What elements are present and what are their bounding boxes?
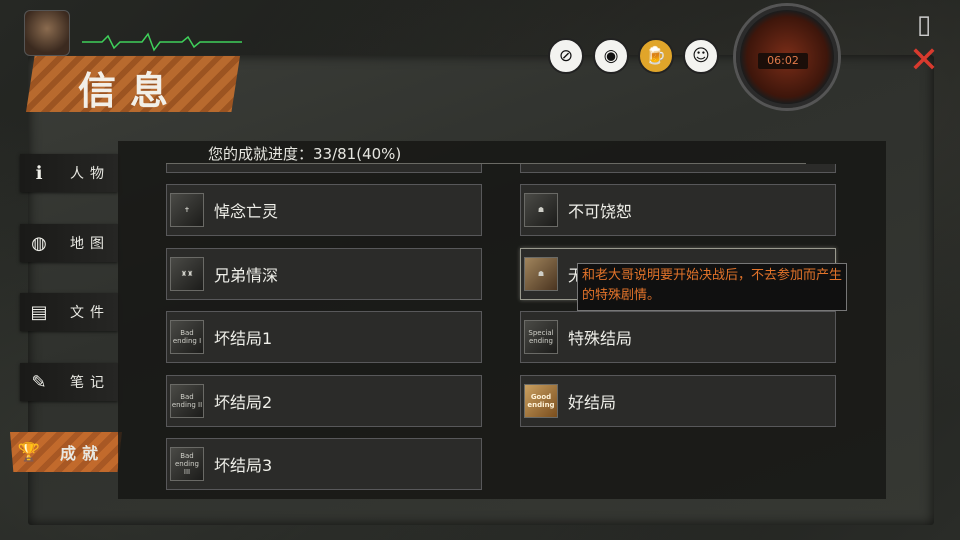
close-icon: ✕ (908, 40, 940, 81)
cross-grave-icon: ✝ (170, 193, 204, 227)
achievement-name: 坏结局1 (214, 329, 273, 348)
brothers-icon: ♜♜ (170, 257, 204, 291)
achievement-item[interactable]: Special ending 特殊结局 (520, 311, 836, 363)
bad-ending-icon: Bad ending II (170, 384, 204, 418)
figure-sepia-icon: ☗ (524, 257, 558, 291)
pill-icon[interactable]: ⊘ (548, 38, 584, 74)
sidebar-item-map[interactable]: ◍ 地图 (20, 224, 118, 262)
sidebar-item-files[interactable]: ▤ 文件 (20, 293, 118, 331)
sidebar-item-label: 笔记 (70, 375, 110, 391)
achievement-name: 不可饶恕 (568, 202, 633, 221)
achievement-item[interactable]: Good ending 好结局 (520, 375, 836, 427)
achievement-name: 好结局 (568, 393, 617, 412)
achievement-name: 坏结局2 (214, 393, 273, 412)
achievement-item[interactable]: ☗ 不可饶恕 (520, 184, 836, 236)
achievement-progress: 您的成就进度：33/81(40%) (208, 145, 402, 163)
achievement-name: 兄弟情深 (214, 266, 279, 285)
figure-icon: ☗ (524, 193, 558, 227)
achievement-name: 悼念亡灵 (214, 202, 279, 221)
list-item-partial (520, 164, 836, 173)
achievement-name: 坏结局3 (214, 456, 273, 475)
trophy-icon: 🏆 (17, 441, 41, 463)
achievement-name: 特殊结局 (568, 329, 633, 348)
player-avatar[interactable] (24, 10, 70, 56)
page-title: 信息 (78, 69, 183, 113)
sidebar-item-label: 地图 (70, 236, 110, 252)
sidebar-item-achievements[interactable]: 🏆 成就 (10, 432, 122, 472)
sidebar-item-label: 文件 (70, 305, 110, 321)
achievement-item[interactable]: Bad ending II 坏结局2 (166, 375, 482, 427)
sidebar-item-label: 成就 (60, 444, 105, 463)
achievement-item[interactable]: ♜♜ 兄弟情深 (166, 248, 482, 300)
info-icon: ℹ (35, 162, 43, 184)
beer-icon[interactable]: 🍺 (638, 38, 674, 74)
smile-icon[interactable]: ☺ (683, 38, 719, 74)
exit-button[interactable]: ▯ ✕ (904, 10, 944, 81)
eye-icon[interactable]: ◉ (593, 38, 629, 74)
heartbeat-monitor (82, 32, 242, 52)
clock-time: 06:02 (758, 53, 808, 69)
sidebar-item-notes[interactable]: ✎ 笔记 (20, 363, 118, 401)
achievement-item[interactable]: ✝ 悼念亡灵 (166, 184, 482, 236)
note-icon: ✎ (31, 371, 47, 393)
achievement-item[interactable]: Bad ending III 坏结局3 (166, 438, 482, 490)
sidebar-item-label: 人物 (70, 166, 110, 182)
document-icon: ▤ (30, 301, 48, 323)
map-icon: ◍ (31, 232, 47, 254)
exit-door-icon: ▯ (916, 10, 932, 40)
good-ending-icon: Good ending (524, 384, 558, 418)
bad-ending-icon: Bad ending I (170, 320, 204, 354)
bad-ending-icon: Bad ending III (170, 447, 204, 481)
achievement-tooltip: 和老大哥说明要开始决战后，不去参加而产生的特殊剧情。 (577, 263, 847, 311)
list-item-partial (166, 164, 482, 173)
special-ending-icon: Special ending (524, 320, 558, 354)
sidebar-item-characters[interactable]: ℹ 人物 (20, 154, 118, 192)
achievement-item[interactable]: Bad ending I 坏结局1 (166, 311, 482, 363)
